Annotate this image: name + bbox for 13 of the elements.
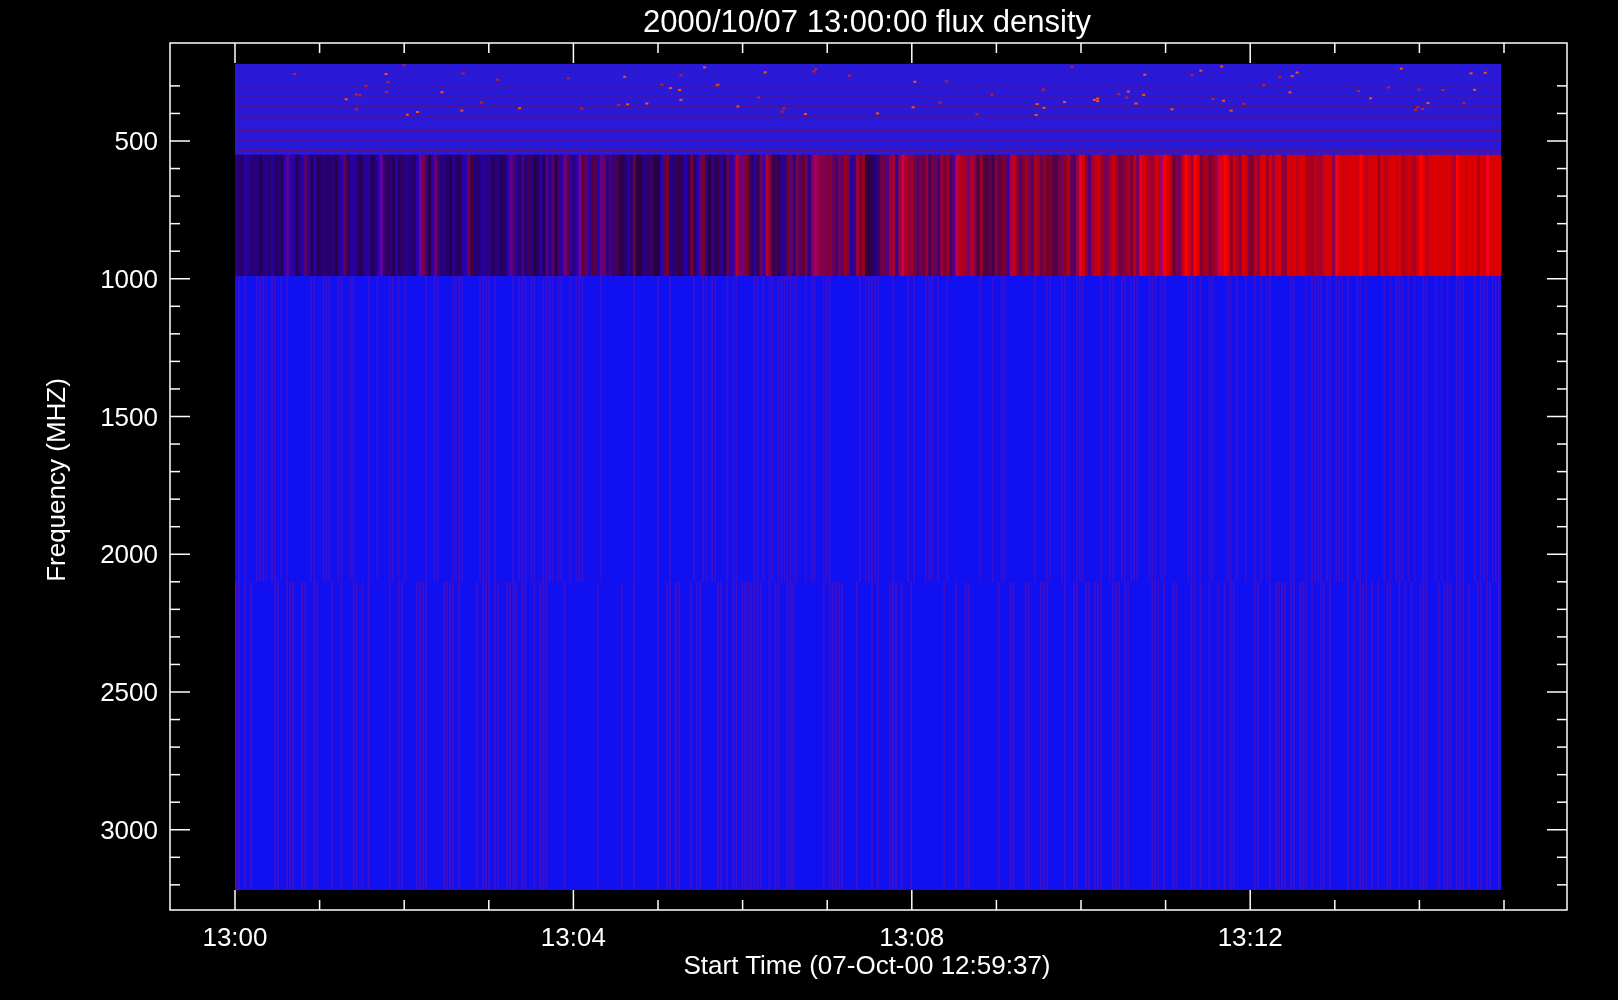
- y-tick-label: 500: [114, 126, 158, 156]
- y-tick-label: 1500: [100, 401, 158, 432]
- x-axis-label: Start Time (07-Oct-00 12:59:37): [683, 950, 1051, 980]
- x-tick-label: 13:00: [202, 922, 268, 952]
- y-tick-label: 2500: [100, 677, 158, 707]
- y-tick-label: 3000: [100, 814, 158, 845]
- x-tick-label: 13:04: [540, 922, 606, 952]
- x-tick-label: 13:12: [1217, 922, 1283, 952]
- y-axis-label: Frequency (MHZ): [41, 378, 71, 582]
- y-tick-label: 1000: [100, 263, 158, 294]
- y-tick-label: 2000: [100, 539, 158, 570]
- chart-title: 2000/10/07 13:00:00 flux density: [642, 4, 1092, 39]
- x-tick-label: 13:08: [879, 922, 945, 952]
